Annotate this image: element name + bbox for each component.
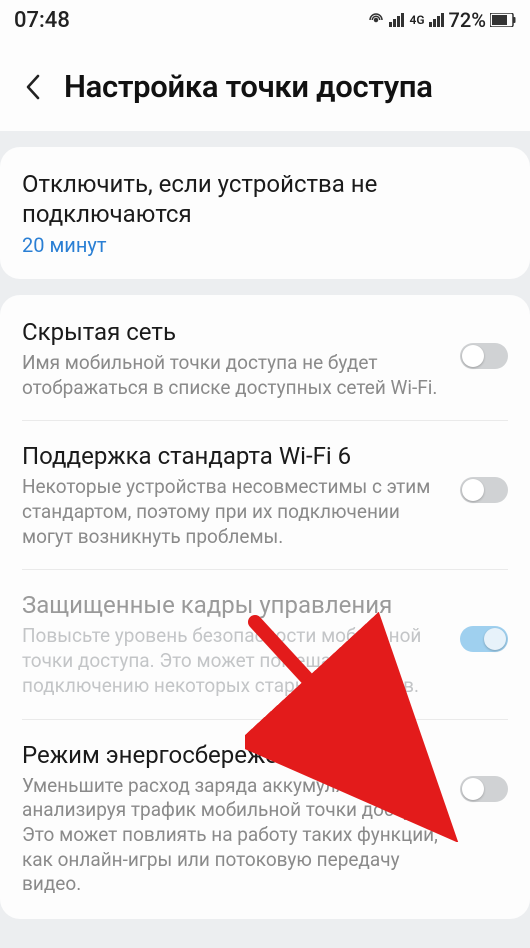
power-saving-row[interactable]: Режим энергосбережения Уменьшите расход … <box>22 719 508 897</box>
hotspot-advanced-card: Скрытая сеть Имя мобильной точки доступа… <box>0 295 530 919</box>
back-button[interactable] <box>20 73 48 101</box>
battery-percent: 72% <box>449 8 486 32</box>
status-bar: 07:48 4G 72% <box>0 0 530 40</box>
hotspot-timeout-value: 20 минут <box>22 233 508 257</box>
pmf-row: Защищенные кадры управления Повысьте уро… <box>22 569 508 718</box>
chevron-left-icon <box>23 73 45 101</box>
pmf-desc: Повысьте уровень безопасности мобильной … <box>22 624 446 698</box>
hidden-network-row[interactable]: Скрытая сеть Имя мобильной точки доступа… <box>22 317 508 420</box>
wifi6-toggle[interactable] <box>460 477 508 503</box>
signal-icon <box>389 13 405 27</box>
signal-4g-label: 4G <box>409 13 424 27</box>
hidden-network-title: Скрытая сеть <box>22 317 446 347</box>
pmf-toggle <box>460 626 508 652</box>
page-title: Настройка точки доступа <box>64 68 433 105</box>
battery-icon <box>490 13 516 27</box>
hidden-network-desc: Имя мобильной точки доступа не будет ото… <box>22 351 446 400</box>
power-saving-title: Режим энергосбережения <box>22 740 446 770</box>
power-saving-desc: Уменьшите расход заряда аккумулятора, ан… <box>22 774 446 897</box>
wifi6-row[interactable]: Поддержка стандарта Wi-Fi 6 Некоторые ус… <box>22 420 508 569</box>
status-indicators: 4G 72% <box>367 8 516 32</box>
pmf-title: Защищенные кадры управления <box>22 590 446 620</box>
hotspot-icon <box>367 11 385 29</box>
power-saving-toggle[interactable] <box>460 776 508 802</box>
wifi6-desc: Некоторые устройства несовместимы с этим… <box>22 475 446 549</box>
hotspot-timeout-setting[interactable]: Отключить, если устройства не подключают… <box>0 147 530 279</box>
hidden-network-toggle[interactable] <box>460 343 508 369</box>
wifi6-title: Поддержка стандарта Wi-Fi 6 <box>22 441 446 471</box>
hotspot-timeout-title: Отключить, если устройства не подключают… <box>22 169 508 229</box>
status-time: 07:48 <box>14 8 70 33</box>
signal-icon-2 <box>429 13 445 27</box>
page-header: Настройка точки доступа <box>0 40 530 131</box>
